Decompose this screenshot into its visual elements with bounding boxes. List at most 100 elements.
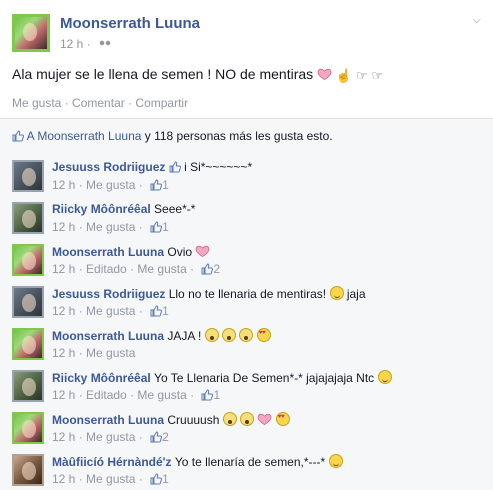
- avatar[interactable]: [12, 454, 44, 486]
- comment-like-button[interactable]: Me gusta: [86, 346, 135, 360]
- hand-icon: ☞: [371, 68, 384, 83]
- comment-text: i Si*~~~~~~*: [184, 160, 253, 174]
- comment-meta: 12 h · Me gusta · 1: [52, 178, 169, 192]
- smile-emoji-icon: [329, 286, 344, 300]
- comment-time[interactable]: 12 h: [52, 178, 75, 192]
- friends-icon[interactable]: [98, 40, 113, 49]
- comment-author-line: Jesuuss Rodriiguez i Si*~~~~~~*: [52, 160, 252, 174]
- comment-author[interactable]: Moonserrath Luuna: [52, 329, 164, 343]
- comment-author-line: Moonserrath Luuna Ovio: [52, 244, 210, 259]
- comment-author[interactable]: Riicky Môônréêal: [52, 371, 151, 385]
- comment-time[interactable]: 12 h: [52, 472, 75, 486]
- comment-meta: 12 h · Me gusta · 1: [52, 472, 169, 486]
- comment-author-line: Riicky Môônréêal Yo Te Llenaria De Semen…: [52, 370, 392, 385]
- thumbs-up-icon: [150, 305, 162, 317]
- thumbs-up-icon: [12, 130, 24, 142]
- comment-item: Jesuuss Rodriiguez Llo no te llenaria de…: [0, 280, 493, 322]
- post-header: Moonserrath Luuna 12 h · ⌵: [0, 0, 493, 60]
- comment-edited[interactable]: Editado: [86, 262, 127, 276]
- comment-author[interactable]: Moonserrath Luuna: [52, 245, 164, 259]
- comment-like-count[interactable]: 1: [162, 472, 169, 486]
- comment-like-count[interactable]: 2: [162, 430, 169, 444]
- comment-author-line: Riicky Môônréêal Seee*-*: [52, 202, 195, 216]
- comment-text: Llo no te llenaria de mentiras!: [168, 287, 327, 301]
- thumbs-up-icon: [150, 179, 162, 191]
- comment-time[interactable]: 12 h: [52, 430, 75, 444]
- comment-like-count[interactable]: 1: [162, 304, 169, 318]
- scream-emoji-icon: [239, 328, 254, 342]
- comment-time[interactable]: 12 h: [52, 346, 75, 360]
- like-button[interactable]: Me gusta: [12, 96, 61, 110]
- avatar[interactable]: [12, 14, 50, 52]
- comment-author[interactable]: Jesuuss Rodriiguez: [52, 160, 165, 174]
- avatar[interactable]: [12, 244, 44, 276]
- comment-item: Jesuuss Rodriiguez i Si*~~~~~~* 12 h · M…: [0, 154, 493, 196]
- thumbs-up-icon: [201, 263, 213, 275]
- comment-author-line: Moonserrath Luuna Cruuuush: [52, 412, 290, 427]
- comment-author[interactable]: Jesuuss Rodriiguez: [52, 287, 165, 301]
- smile-emoji-icon: [328, 454, 343, 468]
- comment-author[interactable]: Moonserrath Luuna: [52, 413, 164, 427]
- comment-like-button[interactable]: Me gusta: [86, 472, 135, 486]
- comment-button[interactable]: Comentar: [72, 96, 125, 110]
- likes-summary-text: y 118 personas más les gusta esto.: [141, 129, 333, 143]
- heart-icon: [257, 412, 272, 426]
- comment-time[interactable]: 12 h: [52, 220, 75, 234]
- scream-emoji-icon: [204, 328, 219, 342]
- post-author[interactable]: Moonserrath Luuna: [60, 15, 200, 32]
- comment-meta: 12 h · Me gusta · 1: [52, 304, 169, 318]
- avatar[interactable]: [12, 328, 44, 360]
- post-actions: Me gusta · Comentar · Compartir: [12, 96, 189, 110]
- avatar[interactable]: [12, 202, 44, 234]
- comment-item: Riicky Môônréêal Seee*-* 12 h · Me gusta…: [0, 196, 493, 238]
- scream-emoji-icon: [222, 412, 237, 426]
- comment-meta: 12 h · Editado · Me gusta · 1: [52, 388, 221, 402]
- thumbs-up-icon: [150, 431, 162, 443]
- thumbs-up-icon: [150, 221, 162, 233]
- comment-like-button[interactable]: Me gusta: [86, 304, 135, 318]
- comment-text: Cruuuush: [167, 413, 220, 427]
- share-button[interactable]: Compartir: [135, 96, 188, 110]
- heart-icon: [317, 67, 332, 81]
- comment-author[interactable]: Màûfiicíó Hérnàndé'z: [52, 455, 172, 469]
- post-text-body: Ala mujer se le llena de semen ! NO de m…: [12, 66, 314, 82]
- comment-list: Jesuuss Rodriiguez i Si*~~~~~~* 12 h · M…: [0, 154, 493, 490]
- comment-meta: 12 h · Editado · Me gusta · 2: [52, 262, 221, 276]
- avatar[interactable]: [12, 370, 44, 402]
- comment-edited[interactable]: Editado: [86, 388, 127, 402]
- comment-item: Moonserrath Luuna Ovio 12 h · Editado · …: [0, 238, 493, 280]
- chevron-down-icon[interactable]: ⌵: [473, 14, 481, 27]
- comment-like-button[interactable]: Me gusta: [137, 262, 186, 276]
- comment-like-count[interactable]: 2: [213, 262, 220, 276]
- comment-like-button[interactable]: Me gusta: [86, 430, 135, 444]
- post-time[interactable]: 12 h: [60, 37, 83, 51]
- heart-eyes-emoji-icon: [256, 328, 271, 342]
- smile-emoji-icon: [377, 370, 392, 384]
- comment-like-button[interactable]: Me gusta: [137, 388, 186, 402]
- likes-summary-link[interactable]: A Moonserrath Luuna: [27, 129, 142, 143]
- comment-text: JAJA !: [167, 329, 202, 343]
- comment-time[interactable]: 12 h: [52, 262, 75, 276]
- comment-text: Yo Te Llenaria De Semen*-* jajajajaja Nt…: [154, 371, 375, 385]
- comment-meta: 12 h · Me gusta: [52, 346, 136, 360]
- comment-like-button[interactable]: Me gusta: [86, 178, 135, 192]
- comment-author[interactable]: Riicky Môônréêal: [52, 202, 151, 216]
- comment-item: Moonserrath Luuna Cruuuush 12 h · Me gus…: [0, 406, 493, 448]
- avatar[interactable]: [12, 160, 44, 192]
- comment-time[interactable]: 12 h: [52, 304, 75, 318]
- avatar[interactable]: [12, 412, 44, 444]
- comment-like-count[interactable]: 1: [162, 178, 169, 192]
- comment-like-count[interactable]: 1: [162, 220, 169, 234]
- hand-icon: ☝: [335, 68, 353, 83]
- scream-emoji-icon: [222, 328, 237, 342]
- comment-like-count[interactable]: 1: [213, 388, 220, 402]
- thumbs-up-icon: [201, 389, 213, 401]
- comment-like-button[interactable]: Me gusta: [86, 220, 135, 234]
- scream-emoji-icon: [240, 412, 255, 426]
- thumbs-up-icon: [169, 161, 181, 173]
- comment-time[interactable]: 12 h: [52, 388, 75, 402]
- avatar[interactable]: [12, 286, 44, 318]
- comment-text: Ovio: [167, 245, 193, 259]
- hand-icon: ☞: [356, 68, 368, 83]
- comment-item: Riicky Môônréêal Yo Te Llenaria De Semen…: [0, 364, 493, 406]
